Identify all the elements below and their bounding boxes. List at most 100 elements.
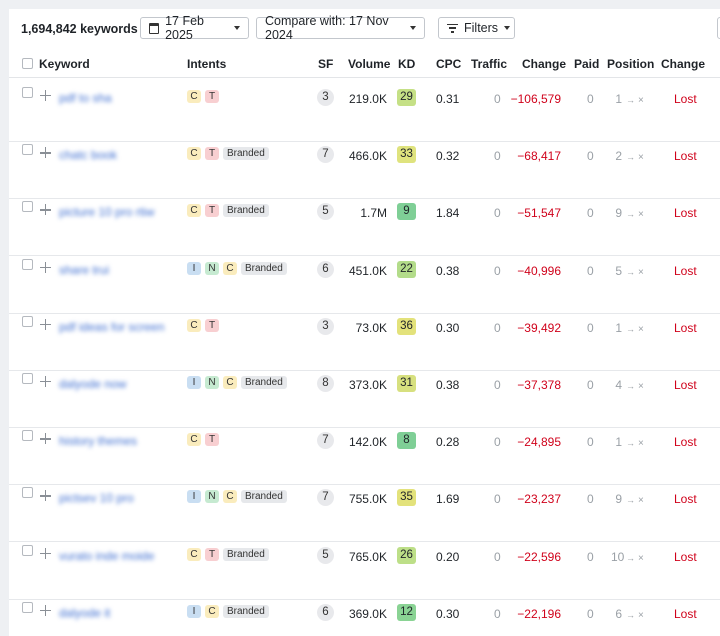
keyword-link[interactable]: pdf ideas for screen xyxy=(59,320,164,334)
kd-badge: 33 xyxy=(397,146,416,164)
col-intents: Intents xyxy=(187,57,227,71)
sf-count[interactable]: 7 xyxy=(317,489,334,507)
sf-count[interactable]: 5 xyxy=(317,203,334,221)
keyword-link[interactable]: vurato inde moide xyxy=(59,549,154,563)
status-label: Lost xyxy=(674,492,697,507)
keyword-link[interactable]: dalyode now xyxy=(59,377,126,391)
row-checkbox[interactable] xyxy=(22,373,33,384)
intent-tag: I xyxy=(187,490,201,504)
row-checkbox[interactable] xyxy=(22,487,33,499)
position-from: 5 xyxy=(615,263,622,278)
keyword-link[interactable]: chatc book xyxy=(59,148,117,162)
arrow-right-icon: → xyxy=(626,95,635,105)
arrow-right-icon: → xyxy=(626,438,635,449)
arrow-right-icon: → xyxy=(626,552,635,563)
col-cpc[interactable]: CPC xyxy=(436,57,461,71)
kd-badge: 29 xyxy=(397,89,416,106)
branded-tag: Branded xyxy=(241,261,287,275)
col-traffic[interactable]: Traffic xyxy=(471,57,507,71)
status-label: Lost xyxy=(674,606,697,621)
intents-cell: CT xyxy=(187,90,219,103)
add-keyword-icon[interactable] xyxy=(40,547,51,559)
row-checkbox[interactable] xyxy=(22,315,33,327)
row-checkbox[interactable] xyxy=(22,258,33,270)
keyword-link[interactable]: dalyode it xyxy=(59,606,110,620)
row-checkbox[interactable] xyxy=(22,430,33,442)
col-position-change[interactable]: Change xyxy=(661,57,705,71)
row-checkbox[interactable] xyxy=(22,544,33,556)
col-position[interactable]: Position xyxy=(607,57,654,71)
cpc-value: 0.38 xyxy=(436,378,460,392)
intent-tag: N xyxy=(205,261,219,275)
add-keyword-icon[interactable] xyxy=(40,90,51,101)
row-checkbox[interactable] xyxy=(22,144,33,156)
volume-value: 755.0K xyxy=(348,492,387,507)
cpc-value: 1.69 xyxy=(436,492,460,507)
row-checkbox[interactable] xyxy=(22,87,33,98)
row-checkbox[interactable] xyxy=(22,201,33,213)
position-change: 10 → × xyxy=(611,550,644,564)
add-keyword-icon[interactable] xyxy=(40,433,51,445)
cpc-value: 0.20 xyxy=(436,549,460,564)
position-from: 10 xyxy=(611,549,625,564)
traffic-value: 0 xyxy=(494,606,501,621)
volume-value: 142.0K xyxy=(348,435,387,450)
sf-count[interactable]: 7 xyxy=(317,146,334,164)
table-header: Keyword Intents SF Volume KD CPC Traffic… xyxy=(9,50,720,78)
intent-tag: C xyxy=(223,490,237,504)
col-paid[interactable]: Paid xyxy=(574,57,599,71)
keyword-link[interactable]: share trui xyxy=(59,263,109,277)
intents-cell: C T Branded xyxy=(187,547,269,561)
filter-icon xyxy=(447,23,458,33)
intents-cell: CT xyxy=(187,318,219,332)
add-keyword-icon[interactable] xyxy=(40,318,51,330)
sf-count[interactable]: 8 xyxy=(317,375,334,392)
intent-tag: N xyxy=(205,490,219,504)
intents-cell: I N C Branded xyxy=(187,261,287,275)
keyword-link[interactable]: picture 10 pro rtiw xyxy=(59,205,154,219)
select-all-checkbox[interactable] xyxy=(22,58,33,69)
col-sf[interactable]: SF xyxy=(318,57,333,71)
date-picker-button[interactable]: 17 Feb 2025 xyxy=(140,14,249,42)
keywords-panel: 1,694,842 keywords 17 Feb 2025 Compare w… xyxy=(9,9,720,636)
arrow-right-icon: → xyxy=(626,152,635,163)
paid-value: 0 xyxy=(587,263,594,278)
keyword-link[interactable]: pdf to sha xyxy=(59,91,112,105)
cpc-value: 0.31 xyxy=(436,92,460,106)
col-volume[interactable]: Volume xyxy=(348,57,390,71)
sf-count[interactable]: 5 xyxy=(317,546,334,564)
cpc-value: 0.30 xyxy=(436,606,460,621)
traffic-value: 0 xyxy=(494,92,501,106)
intent-tag: C xyxy=(187,318,201,332)
traffic-change-value: −24,895 xyxy=(517,435,561,450)
row-checkbox[interactable] xyxy=(22,601,33,613)
traffic-value: 0 xyxy=(494,549,501,564)
sf-count[interactable]: 7 xyxy=(317,432,334,450)
traffic-change-value: −23,237 xyxy=(517,492,561,507)
add-keyword-icon[interactable] xyxy=(40,147,51,159)
paid-value: 0 xyxy=(587,435,594,450)
sf-count[interactable]: 6 xyxy=(317,260,334,278)
add-keyword-icon[interactable] xyxy=(40,490,51,502)
filters-button[interactable]: Filters xyxy=(438,17,515,39)
add-keyword-icon[interactable] xyxy=(40,604,51,616)
traffic-change-value: −22,596 xyxy=(517,549,561,564)
compare-date-button[interactable]: Compare with: 17 Nov 2024 xyxy=(256,14,425,42)
sf-count[interactable]: 3 xyxy=(317,317,334,335)
keyword-link[interactable]: pictsev 10 pro xyxy=(59,491,134,505)
add-keyword-icon[interactable] xyxy=(40,376,51,387)
col-change[interactable]: Change xyxy=(522,57,566,71)
col-kd[interactable]: KD xyxy=(398,57,415,71)
add-keyword-icon[interactable] xyxy=(40,204,51,216)
add-keyword-icon[interactable] xyxy=(40,261,51,273)
position-change: 2 → × xyxy=(611,149,644,163)
keyword-link[interactable]: history themes xyxy=(59,434,137,448)
sf-count[interactable]: 3 xyxy=(317,89,334,106)
arrow-right-icon: → xyxy=(626,381,635,391)
intents-cell: I N C Branded xyxy=(187,490,287,504)
sf-count[interactable]: 6 xyxy=(317,603,334,621)
position-to: × xyxy=(638,95,644,106)
traffic-value: 0 xyxy=(494,263,501,278)
chevron-down-icon xyxy=(504,26,511,30)
col-keyword[interactable]: Keyword xyxy=(39,57,90,71)
